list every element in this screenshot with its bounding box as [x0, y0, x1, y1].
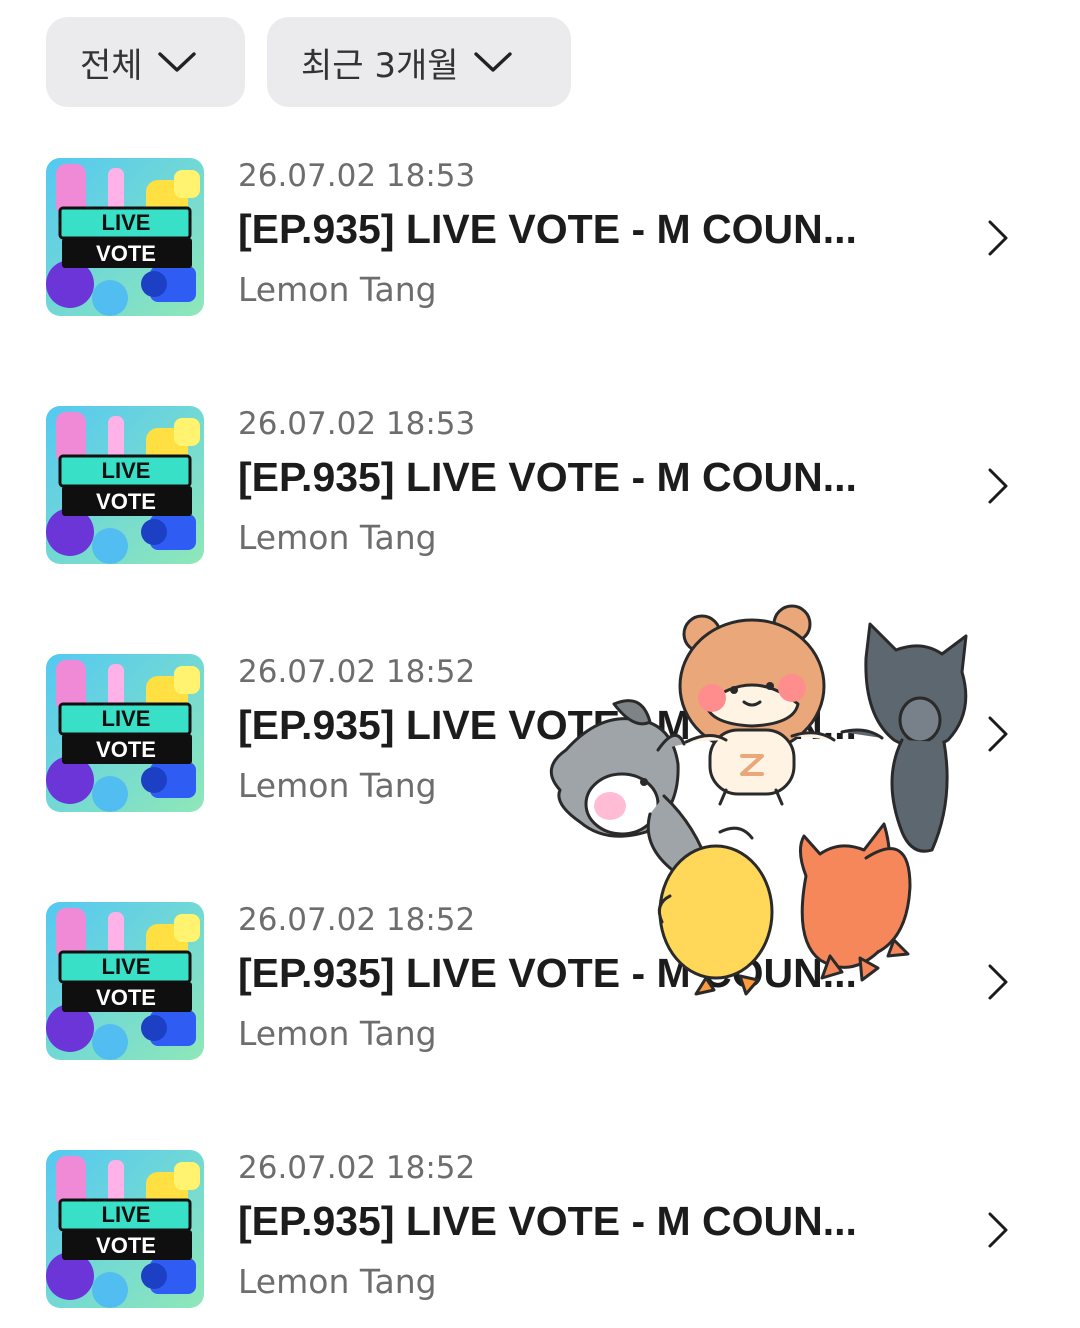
live-vote-thumbnail: LIVE VOTE [46, 654, 204, 812]
live-vote-thumbnail: LIVE VOTE [46, 406, 204, 564]
thumbnail-vote-text: VOTE [96, 985, 156, 1010]
item-date: 26.07.02 18:53 [238, 406, 476, 442]
chevron-right-icon[interactable] [982, 1208, 1012, 1252]
item-date: 26.07.02 18:52 [238, 1150, 476, 1186]
item-author: Lemon Tang [238, 518, 437, 557]
chevron-down-icon [157, 50, 197, 74]
item-author: Lemon Tang [238, 1014, 437, 1053]
dog-figure [549, 699, 712, 879]
thumbnail-live-text: LIVE [102, 954, 151, 979]
chevron-down-icon [473, 50, 513, 74]
period-filter-label: 최근 3개월 [301, 45, 459, 86]
live-vote-thumbnail: LIVE VOTE [46, 1150, 204, 1308]
thumbnail-vote-text: VOTE [96, 241, 156, 266]
fox-figure [799, 822, 912, 982]
item-title: [EP.935] LIVE VOTE - M COUN... [238, 206, 857, 252]
filter-bar: 전체 최근 3개월 [46, 17, 571, 107]
chevron-right-icon[interactable] [982, 960, 1012, 1004]
thumbnail-live-text: LIVE [102, 1202, 151, 1227]
chevron-right-icon[interactable] [982, 712, 1012, 756]
cat-figure [840, 622, 968, 853]
live-vote-thumbnail: LIVE VOTE [46, 158, 204, 316]
chevron-right-icon[interactable] [982, 464, 1012, 508]
list-item[interactable]: LIVE VOTE 26.07.02 18:53 [EP.935] LIVE V… [0, 158, 1080, 318]
thumbnail-live-text: LIVE [102, 706, 151, 731]
chevron-right-icon[interactable] [982, 216, 1012, 260]
item-date: 26.07.02 18:53 [238, 158, 476, 194]
list-item[interactable]: LIVE VOTE 26.07.02 18:52 [EP.935] LIVE V… [0, 1150, 1080, 1310]
item-meta: 26.07.02 18:53 [EP.935] LIVE VOTE - M CO… [238, 406, 958, 558]
category-filter-dropdown[interactable]: 전체 [46, 17, 245, 107]
thumbnail-live-text: LIVE [102, 458, 151, 483]
item-author: Lemon Tang [238, 1262, 437, 1301]
list-item[interactable]: LIVE VOTE 26.07.02 18:53 [EP.935] LIVE V… [0, 406, 1080, 566]
item-meta: 26.07.02 18:53 [EP.935] LIVE VOTE - M CO… [238, 158, 958, 310]
item-author: Lemon Tang [238, 270, 437, 309]
animal-friends-sticker [530, 600, 980, 1000]
item-meta: 26.07.02 18:52 [EP.935] LIVE VOTE - M CO… [238, 1150, 958, 1302]
thumbnail-vote-text: VOTE [96, 489, 156, 514]
live-vote-thumbnail: LIVE VOTE [46, 902, 204, 1060]
item-title: [EP.935] LIVE VOTE - M COUN... [238, 1198, 857, 1244]
thumbnail-live-text: LIVE [102, 210, 151, 235]
category-filter-label: 전체 [80, 45, 143, 86]
period-filter-dropdown[interactable]: 최근 3개월 [267, 17, 571, 107]
thumbnail-vote-text: VOTE [96, 737, 156, 762]
item-title: [EP.935] LIVE VOTE - M COUN... [238, 454, 857, 500]
hamster-figure [678, 604, 836, 806]
thumbnail-vote-text: VOTE [96, 1233, 156, 1258]
